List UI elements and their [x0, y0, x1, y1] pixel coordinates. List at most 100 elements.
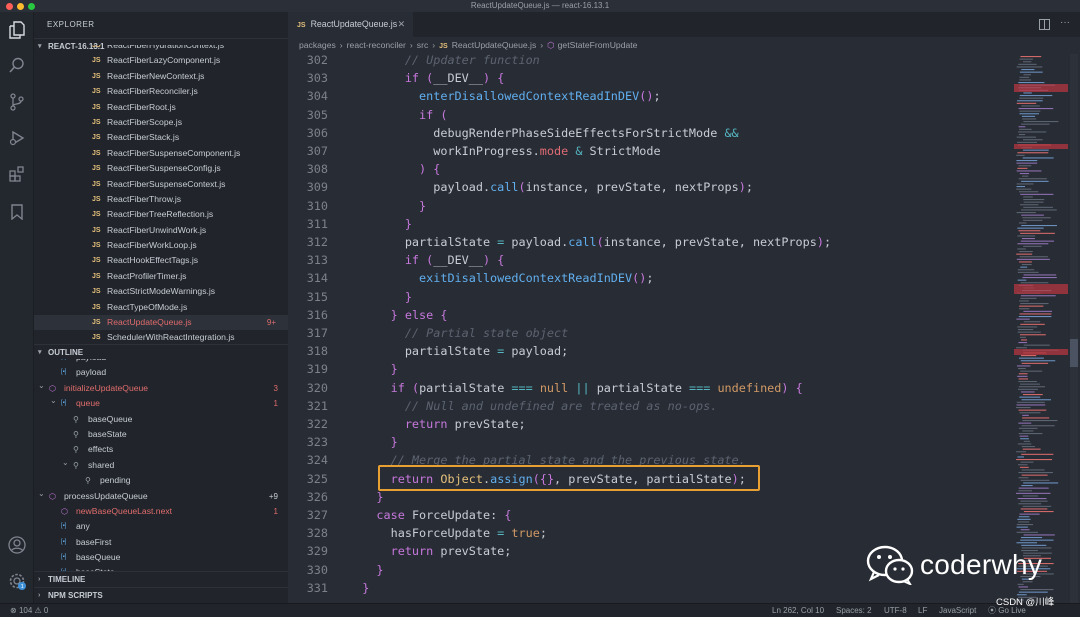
file-item[interactable]: JS ReactFiberSuspenseComponent.js — [34, 146, 288, 161]
file-item[interactable]: JS ReactFiberUnwindWork.js — [34, 223, 288, 238]
outline-item[interactable]: ⬡ newBaseQueueLast.next 1 — [34, 504, 288, 519]
file-item[interactable]: JS ReactUpdateQueue.js 9+ — [34, 315, 288, 331]
file-item[interactable]: JS ReactFiberSuspenseConfig.js — [34, 161, 288, 176]
outline-label: payload — [76, 367, 107, 378]
minimap-line — [1016, 318, 1030, 320]
breadcrumb-item[interactable]: getStateFromUpdate — [558, 40, 638, 50]
language-mode[interactable]: JavaScript — [939, 604, 976, 617]
outline-item[interactable]: ⌄ ⬡ initializeUpdateQueue 3 — [34, 381, 288, 396]
minimap-line — [1023, 61, 1032, 63]
outline-item[interactable]: ⌄ [▪] queue 1 — [34, 396, 288, 411]
outline-item[interactable]: [▪] baseQueue — [34, 550, 288, 565]
zoom-window-button[interactable] — [28, 3, 35, 10]
split-editor-icon[interactable] — [1039, 19, 1050, 30]
file-item[interactable]: JS ReactFiberTreeReflection.js — [34, 207, 288, 222]
minimap-error-marker — [1014, 84, 1068, 92]
problems-indicator[interactable]: ⊗ 104 ⚠ 0 — [10, 604, 48, 617]
cursor-position[interactable]: Ln 262, Col 10 — [772, 604, 824, 617]
more-actions-icon[interactable]: ··· — [1060, 17, 1070, 29]
tab-react-update-queue[interactable]: JS ReactUpdateQueue.js ✕ — [288, 12, 413, 37]
minimap-line — [1021, 225, 1057, 227]
breadcrumb-item[interactable]: react-reconciler — [347, 40, 406, 50]
source-control-icon[interactable] — [7, 92, 27, 112]
outline-item[interactable]: [▪] any — [34, 519, 288, 534]
timeline-header[interactable]: › TIMELINE — [34, 571, 288, 586]
outline-label: baseState — [88, 428, 127, 439]
file-item[interactable]: JS ReactFiberWorkLoop.js — [34, 238, 288, 253]
file-item[interactable]: JS ReactFiberHydrationContext.js — [34, 45, 288, 53]
code-text: partialState = payload; — [404, 344, 569, 359]
minimap-line — [1018, 357, 1044, 359]
outline-item[interactable]: ⌄ ⬡ processUpdateQueue +9 — [34, 489, 288, 504]
encoding[interactable]: UTF-8 — [884, 604, 907, 617]
file-item[interactable]: JS ReactFiberLazyComponent.js — [34, 53, 288, 68]
minimap[interactable] — [1014, 54, 1068, 603]
minimap-line — [1017, 326, 1038, 328]
editor-scrollbar[interactable] — [1068, 54, 1080, 603]
account-icon[interactable] — [7, 535, 27, 555]
line-number: 329 — [306, 544, 328, 559]
breadcrumb-item[interactable]: ReactUpdateQueue.js — [452, 40, 537, 50]
variable-icon: [▪] — [61, 538, 67, 545]
outline-tree: [▪]payload[▪]payload⌄⬡initializeUpdateQu… — [34, 359, 288, 584]
manage-gear-icon[interactable]: 1 — [7, 571, 27, 591]
file-item[interactable]: JS ReactFiberSuspenseContext.js — [34, 177, 288, 192]
breadcrumb-item[interactable]: src — [417, 40, 428, 50]
minimap-line — [1018, 316, 1052, 318]
minimap-line — [1016, 183, 1034, 185]
file-item[interactable]: JS ReactFiberThrow.js — [34, 192, 288, 207]
explorer-icon[interactable] — [7, 20, 27, 40]
outline-item[interactable]: ⚲ baseState — [34, 427, 288, 442]
line-ending[interactable]: LF — [918, 604, 927, 617]
minimap-line — [1016, 347, 1028, 349]
minimap-line — [1023, 201, 1044, 203]
minimap-line — [1018, 373, 1028, 375]
minimap-line — [1017, 375, 1028, 377]
js-file-icon: JS — [92, 134, 101, 142]
js-file-icon: JS — [92, 272, 101, 280]
file-item[interactable]: JS ReactTypeOfMode.js — [34, 300, 288, 315]
outline-item[interactable]: ⚲ baseQueue — [34, 412, 288, 427]
file-item[interactable]: JS ReactFiberScope.js — [34, 115, 288, 130]
breadcrumb-item[interactable]: packages — [299, 40, 336, 50]
outline-header[interactable]: ▾ OUTLINE — [34, 344, 288, 359]
minimap-line — [1022, 430, 1034, 432]
file-item[interactable]: JS ReactFiberStack.js — [34, 130, 288, 145]
code-editor[interactable]: 302 // Updater function 303 if (__DEV__) … — [288, 54, 1014, 603]
outline-item[interactable]: [▪] payload — [34, 365, 288, 380]
file-item[interactable]: JS ReactFiberRoot.js — [34, 100, 288, 115]
close-icon[interactable]: ✕ — [398, 12, 405, 37]
outline-item[interactable]: ⚲ effects — [34, 442, 288, 457]
file-item[interactable]: JS ReactProfilerTimer.js — [34, 269, 288, 284]
bookmark-icon[interactable] — [7, 202, 27, 222]
variable-icon: [▪] — [61, 369, 67, 376]
line-number: 310 — [306, 198, 328, 213]
indentation[interactable]: Spaces: 2 — [836, 604, 872, 617]
file-item[interactable]: JS ReactStrictModeWarnings.js — [34, 284, 288, 299]
minimap-line — [1017, 331, 1041, 333]
npm-scripts-header[interactable]: › NPM SCRIPTS — [34, 587, 288, 602]
outline-item[interactable]: ⚲ pending — [34, 473, 288, 488]
run-debug-icon[interactable] — [7, 128, 27, 148]
file-item[interactable]: JS ReactFiberReconciler.js — [34, 84, 288, 99]
minimap-line — [1023, 482, 1059, 484]
extensions-icon[interactable] — [7, 164, 27, 184]
minimap-line — [1022, 217, 1051, 219]
minimap-line — [1017, 271, 1039, 273]
outline-label: any — [76, 521, 90, 532]
file-item[interactable]: JS ReactFiberNewContext.js — [34, 69, 288, 84]
close-window-button[interactable] — [6, 3, 13, 10]
search-icon[interactable] — [7, 55, 27, 75]
minimap-line — [1021, 362, 1049, 364]
line-number: 322 — [306, 417, 328, 431]
line-number: 323 — [306, 435, 328, 450]
file-item[interactable]: JS ReactHookEffectTags.js — [34, 253, 288, 268]
minimap-error-marker — [1014, 349, 1068, 355]
minimize-window-button[interactable] — [17, 3, 24, 10]
outline-item[interactable]: [▪] baseFirst — [34, 535, 288, 550]
minimap-line — [1020, 297, 1037, 299]
minimap-line — [1022, 417, 1050, 419]
outline-item[interactable]: ⌄ ⚲ shared — [34, 458, 288, 473]
scrollbar-thumb[interactable] — [1070, 339, 1078, 367]
minimap-line — [1020, 193, 1054, 195]
